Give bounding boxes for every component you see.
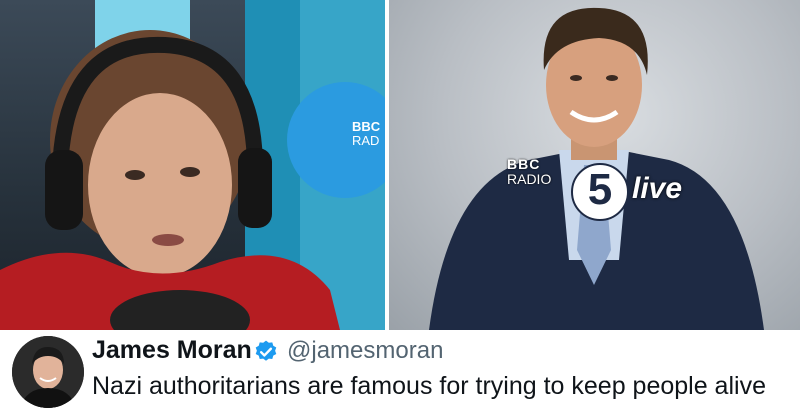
bbc-logo-text: BBC <box>507 156 541 172</box>
bbc-logo-text: BBC <box>352 119 381 134</box>
avatar-portrait-icon <box>12 336 84 408</box>
live-logo-text: live <box>632 172 683 205</box>
right-photo-portrait: BBC RADIO 5 live <box>389 0 800 330</box>
bbc-radio-logo-partial: BBC RAD <box>352 120 380 148</box>
studio-scene-illustration <box>0 0 385 330</box>
tweet-author-name[interactable]: James Moran <box>92 336 252 365</box>
radio-logo-text: RADIO <box>507 171 552 187</box>
tweet-author-handle[interactable]: @jamesmoran <box>287 337 443 365</box>
left-photo-studio: BBC RAD <box>0 0 385 330</box>
radio-5-number: 5 <box>587 165 613 214</box>
bbc-radio-5-live-logo: BBC RADIO <box>507 157 551 187</box>
verified-badge-icon <box>255 340 277 361</box>
tweet-text: Nazi authoritarians are famous for tryin… <box>92 372 766 400</box>
radio-logo-text: RAD <box>352 133 380 148</box>
avatar[interactable] <box>12 336 84 408</box>
